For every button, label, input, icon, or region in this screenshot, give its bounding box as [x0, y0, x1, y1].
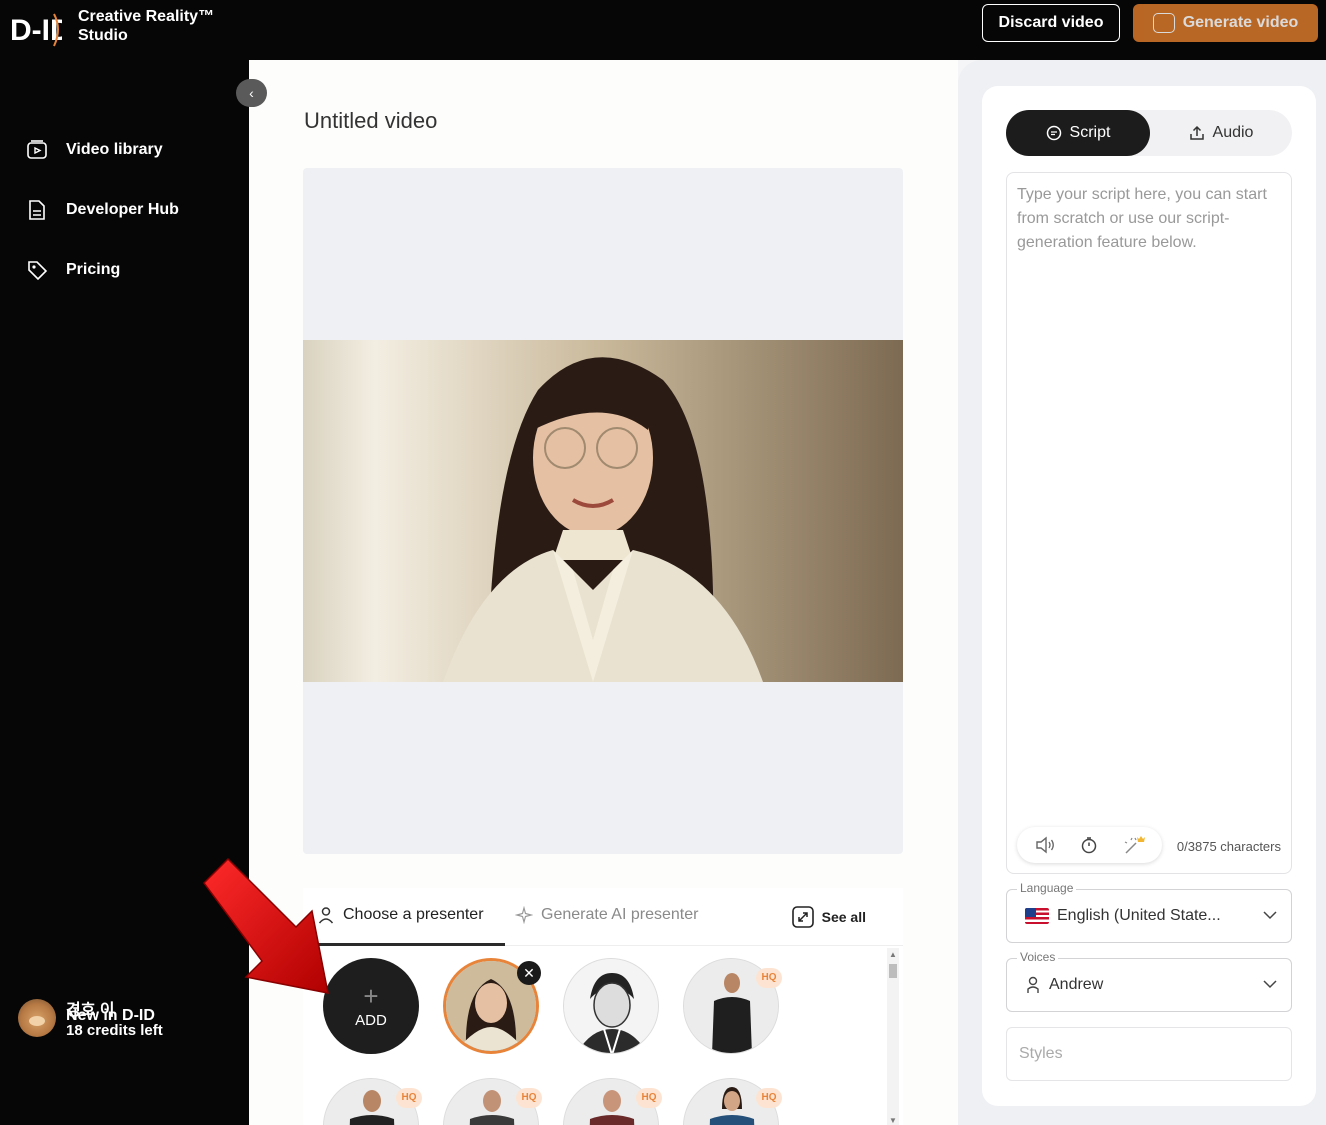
- voice-person-icon: [1027, 976, 1039, 993]
- video-preview: [303, 168, 903, 854]
- script-textarea[interactable]: Type your script here, you can start fro…: [1006, 172, 1292, 874]
- video-title[interactable]: Untitled video: [304, 108, 437, 134]
- product-name-line1: Creative Reality™: [78, 8, 215, 25]
- script-placeholder: Type your script here, you can start fro…: [1017, 186, 1267, 251]
- presenter-thumbnail[interactable]: [563, 958, 659, 1054]
- avatar: [18, 998, 56, 1037]
- presenter-scrollbar[interactable]: ▲ ▼: [887, 948, 899, 1125]
- scroll-down-icon[interactable]: ▼: [889, 1116, 897, 1125]
- sidebar-item-video-library[interactable]: Video library: [26, 139, 163, 161]
- tag-icon: [28, 261, 48, 281]
- character-count: 0/3875 characters: [1176, 839, 1281, 854]
- script-audio-toggle: Script Audio: [1006, 110, 1292, 156]
- script-tools: [1017, 827, 1162, 863]
- chevron-left-icon: ‹: [249, 85, 254, 101]
- tab-choose-presenter[interactable]: Choose a presenter: [317, 906, 484, 924]
- generate-video-label: Generate video: [1182, 14, 1299, 31]
- see-all-label: See all: [821, 909, 866, 925]
- remove-presenter-icon[interactable]: ✕: [517, 961, 541, 985]
- d-id-logo[interactable]: D-ID: [10, 8, 62, 50]
- tab-label: Choose a presenter: [343, 906, 484, 923]
- chevron-down-icon: [1263, 911, 1277, 920]
- presenter-chooser: Choose a presenter Generate AI presenter…: [303, 888, 903, 1125]
- discard-video-button[interactable]: Discard video: [982, 4, 1120, 42]
- add-label: ADD: [355, 1011, 387, 1029]
- presenter-face: [564, 959, 658, 1053]
- expand-icon: [791, 906, 814, 928]
- credits-left: 18 credits left: [66, 1022, 163, 1039]
- tab-generate-ai-presenter[interactable]: Generate AI presenter: [515, 906, 698, 924]
- tab-label: Generate AI presenter: [541, 906, 699, 923]
- video-library-icon: [27, 140, 47, 159]
- sidebar-item-label: Pricing: [66, 261, 121, 278]
- document-icon: [29, 200, 45, 220]
- timer-icon[interactable]: [1078, 834, 1100, 856]
- styles-placeholder: Styles: [1019, 1045, 1063, 1062]
- product-name: Creative Reality™ Studio: [78, 7, 214, 45]
- chat-icon: [1046, 125, 1061, 141]
- scroll-up-icon[interactable]: ▲: [889, 950, 897, 959]
- product-name-line2: Studio: [78, 27, 128, 44]
- tab-label: Audio: [1212, 124, 1254, 141]
- language-text: English (United State...: [1057, 907, 1221, 924]
- sidebar-item-label: Video library: [66, 141, 163, 158]
- speaker-icon[interactable]: [1034, 834, 1056, 856]
- hq-badge: HQ: [516, 1088, 542, 1108]
- presenter-preview-image: [303, 340, 903, 682]
- user-profile[interactable]: 경호 이 18 credits left: [18, 996, 163, 1039]
- collapse-sidebar-button[interactable]: ‹: [236, 79, 267, 107]
- voice-value: Andrew: [1025, 976, 1103, 994]
- script-panel: Script Audio Type your script here, you …: [982, 86, 1316, 1106]
- svg-text:D-ID: D-ID: [10, 14, 62, 47]
- hq-badge: HQ: [636, 1088, 662, 1108]
- magic-wand-icon[interactable]: [1123, 834, 1145, 856]
- sidebar-item-pricing[interactable]: Pricing: [26, 259, 120, 281]
- language-value: English (United State...: [1025, 907, 1221, 925]
- user-name: 경호 이: [66, 1002, 115, 1019]
- annotation-arrow-icon: [203, 857, 329, 994]
- see-all-button[interactable]: See all: [791, 906, 866, 928]
- language-label: Language: [1017, 881, 1077, 895]
- sparkle-icon: [515, 906, 533, 924]
- hq-badge: HQ: [756, 1088, 782, 1108]
- language-select[interactable]: Language English (United State...: [1006, 881, 1292, 943]
- scroll-thumb[interactable]: [889, 964, 897, 978]
- tab-label: Script: [1069, 124, 1111, 141]
- top-bar: D-ID Creative Reality™ Studio Discard vi…: [0, 0, 1326, 60]
- hq-badge: HQ: [396, 1088, 422, 1108]
- voice-text: Andrew: [1049, 976, 1104, 993]
- editor-main: Untitled video Choose a presenter Genera…: [249, 60, 958, 1125]
- us-flag-icon: [1025, 908, 1049, 924]
- styles-select[interactable]: Styles: [1006, 1027, 1292, 1081]
- presenter-tabs: Choose a presenter Generate AI presenter…: [303, 888, 903, 946]
- hq-badge: HQ: [756, 968, 782, 988]
- plus-icon: +: [363, 980, 379, 1011]
- video-icon: [1152, 13, 1175, 33]
- tab-audio[interactable]: Audio: [1150, 110, 1292, 156]
- voices-label: Voices: [1017, 950, 1059, 964]
- sidebar-item-developer-hub[interactable]: Developer Hub: [26, 199, 179, 221]
- upload-icon: [1189, 125, 1204, 140]
- voice-select[interactable]: Voices Andrew: [1006, 950, 1292, 1012]
- chevron-down-icon: [1263, 980, 1277, 989]
- generate-video-button[interactable]: Generate video: [1133, 4, 1318, 42]
- tab-script[interactable]: Script: [1006, 110, 1150, 156]
- sidebar-item-label: Developer Hub: [66, 201, 179, 218]
